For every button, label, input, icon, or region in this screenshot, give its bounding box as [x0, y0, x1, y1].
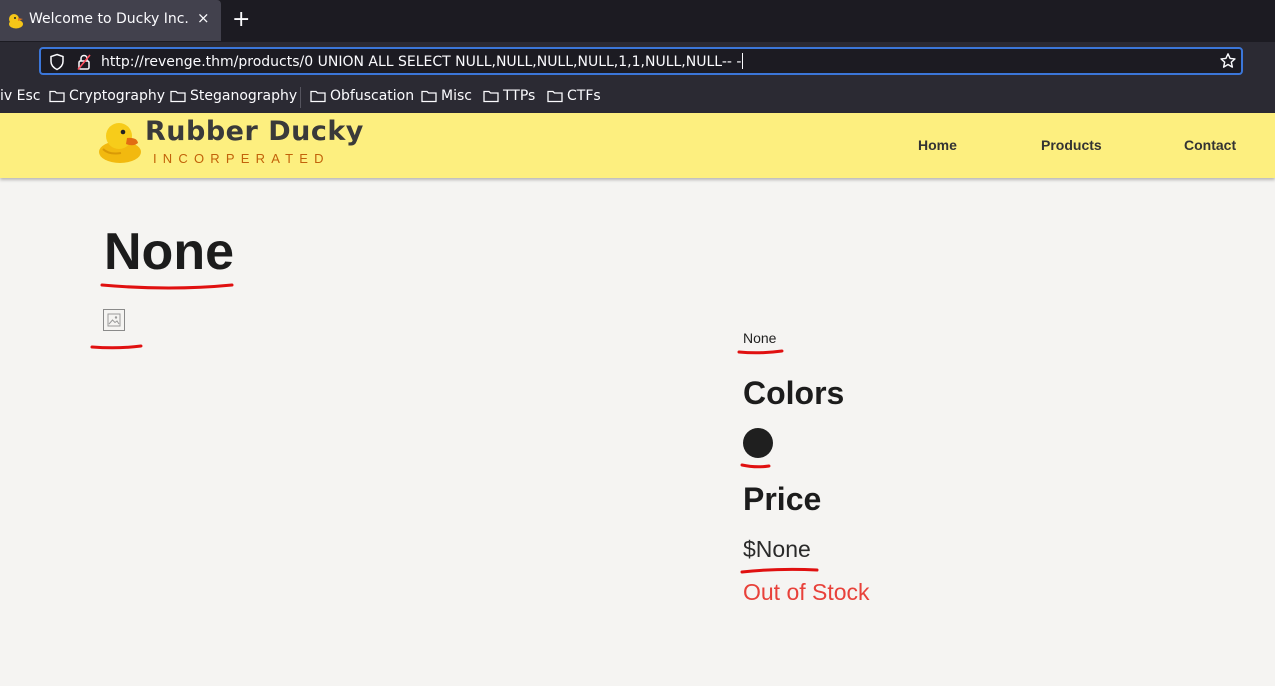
logo-name[interactable]: Rubber Ducky — [145, 116, 364, 147]
folder-icon — [483, 90, 499, 103]
underline-price — [740, 567, 819, 574]
underline-title — [100, 283, 234, 290]
bookmark-star-icon[interactable] — [1219, 52, 1237, 70]
nav-contact-link[interactable]: Contact — [1184, 137, 1236, 153]
url-value: http://revenge.thm/products/0 UNION ALL … — [101, 54, 742, 70]
browser-tab[interactable]: Welcome to Ducky Inc. × — [0, 0, 221, 41]
logo-subtitle: INCORPERATED — [153, 151, 330, 166]
product-title: None — [104, 223, 234, 281]
bookmark-steganography[interactable]: Steganography — [170, 88, 297, 104]
tab-title: Welcome to Ducky Inc. — [29, 11, 189, 27]
bookmarks-toolbar: iv Esc Cryptography Steganography Obfusc… — [0, 82, 1275, 113]
folder-icon — [547, 90, 563, 103]
underline-image — [90, 344, 143, 350]
colors-heading: Colors — [743, 375, 845, 411]
stock-status: Out of Stock — [743, 579, 870, 605]
product-description: None — [743, 330, 777, 346]
product-price: $None — [743, 536, 811, 562]
bookmark-priv-esc[interactable]: iv Esc — [0, 88, 40, 104]
folder-icon — [49, 90, 65, 103]
bookmark-cryptography[interactable]: Cryptography — [49, 88, 165, 104]
duck-favicon-icon — [9, 14, 23, 29]
bookmark-misc[interactable]: Misc — [421, 88, 472, 104]
bookmark-ttps[interactable]: TTPs — [483, 88, 535, 104]
folder-icon — [170, 90, 186, 103]
color-swatch[interactable] — [743, 428, 773, 458]
nav-toolbar: http://revenge.thm/products/0 UNION ALL … — [0, 42, 1275, 82]
underline-description — [737, 349, 784, 355]
bookmark-separator — [300, 87, 301, 108]
insecure-lock-icon[interactable] — [76, 53, 92, 71]
broken-image-icon — [103, 309, 125, 331]
shield-icon[interactable] — [49, 53, 65, 71]
nav-home-link[interactable]: Home — [918, 137, 957, 153]
folder-icon — [421, 90, 437, 103]
bookmark-ctfs[interactable]: CTFs — [547, 88, 601, 104]
nav-products-link[interactable]: Products — [1041, 137, 1102, 153]
site-header: Rubber Ducky INCORPERATED Home Products … — [0, 113, 1275, 178]
tab-bar: Welcome to Ducky Inc. × + — [0, 0, 1275, 42]
new-tab-button[interactable]: + — [232, 7, 250, 33]
url-input[interactable]: http://revenge.thm/products/0 UNION ALL … — [101, 53, 744, 70]
url-bar[interactable]: http://revenge.thm/products/0 UNION ALL … — [39, 47, 1243, 75]
underline-swatch — [740, 463, 771, 469]
close-tab-icon[interactable]: × — [197, 9, 210, 27]
bookmark-obfuscation[interactable]: Obfuscation — [310, 88, 414, 104]
price-heading: Price — [743, 481, 822, 517]
folder-icon — [310, 90, 326, 103]
rubber-duck-logo-icon[interactable] — [97, 119, 143, 165]
